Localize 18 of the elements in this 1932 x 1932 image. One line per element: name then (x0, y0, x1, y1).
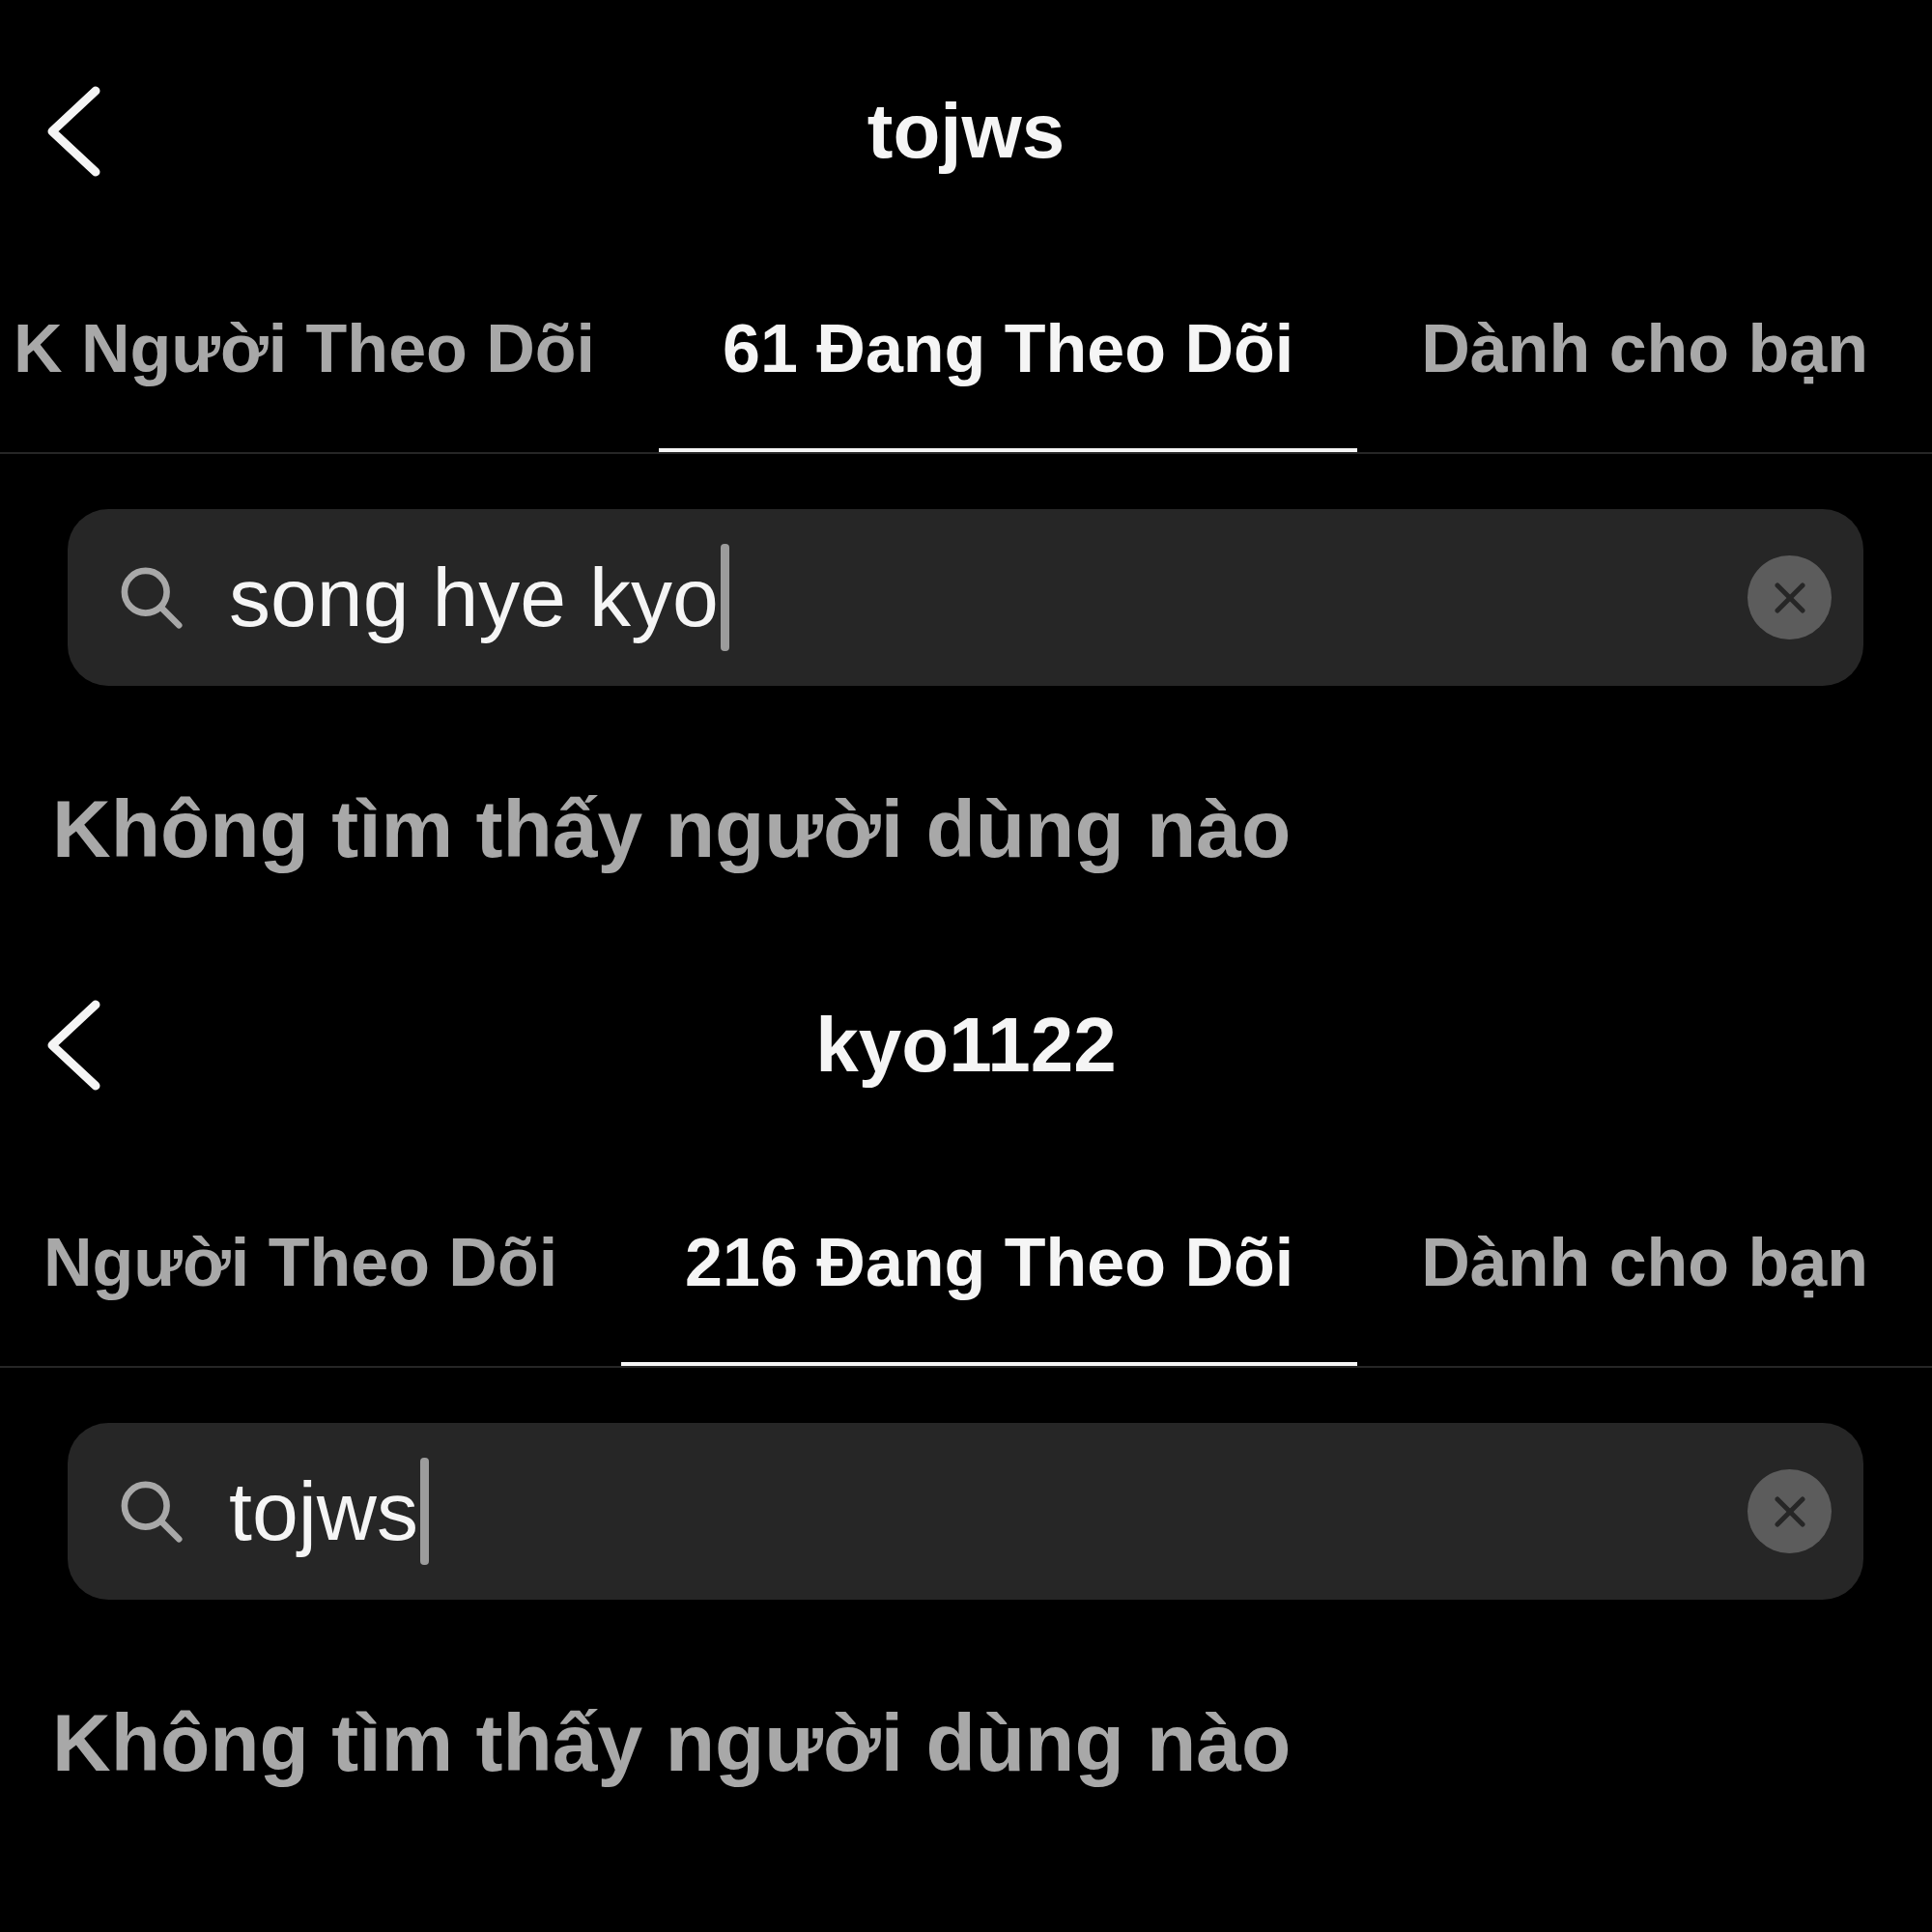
search-field[interactable]: song hye kyo (68, 509, 1863, 686)
profile-username: kyo1122 (815, 1001, 1117, 1090)
tab[interactable]: Người Theo Dõi (0, 1177, 622, 1366)
no-results-message: Không tìm thấy người dùng nào (52, 1696, 1292, 1790)
search-field[interactable]: tojws (68, 1423, 1863, 1600)
close-icon (1774, 582, 1805, 613)
chevron-left-icon[interactable] (46, 86, 101, 177)
tab[interactable]: 61 Đang Theo Dõi (659, 263, 1358, 452)
tab[interactable]: Dành cho bạn (1357, 263, 1932, 452)
tab[interactable]: 216 Đang Theo Dõi (621, 1177, 1358, 1366)
search-text: song hye kyo (229, 549, 719, 645)
tab[interactable]: Dành cho bạn (1357, 1177, 1932, 1366)
close-icon (1774, 1495, 1805, 1527)
no-results-message: Không tìm thấy người dùng nào (52, 782, 1292, 876)
search-text: tojws (229, 1463, 418, 1559)
profile-username: tojws (867, 87, 1065, 176)
chevron-left-icon[interactable] (46, 1000, 101, 1091)
tab[interactable]: K Người Theo Dõi (0, 263, 660, 452)
